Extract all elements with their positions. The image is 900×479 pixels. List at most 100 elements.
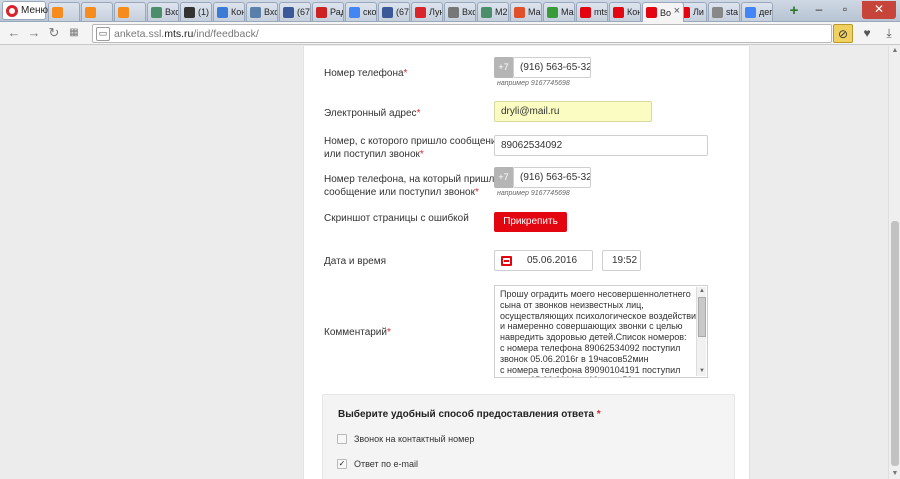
comment-text: Прошу оградить моего несовершеннолетнего… (500, 289, 701, 377)
browser-tab[interactable]: Ма (510, 2, 542, 21)
browser-tab[interactable]: Вхс (147, 2, 179, 21)
reload-icon[interactable]: ↻ (46, 25, 62, 41)
tab-label: (1) (198, 7, 209, 17)
comment-line: звонок 05.06.2016г в 19часов59мин. (500, 375, 693, 377)
browser-tab[interactable] (48, 2, 80, 21)
tab-label: sta (726, 7, 739, 17)
tab-favicon-icon (217, 6, 228, 18)
browser-tab[interactable]: mts (576, 2, 608, 21)
target-phone-hint: например 9167745698 (497, 190, 570, 197)
call-checkbox[interactable] (337, 434, 347, 444)
tab-favicon-icon (52, 6, 63, 18)
maximize-button[interactable]: ▫ (832, 1, 858, 19)
comment-line: с номера телефона 89090104191 поступил (500, 364, 681, 375)
page-content: Номер телефона* +7 (916) 563-65-32 напри… (0, 46, 888, 479)
opera-logo-icon (6, 4, 18, 17)
calendar-icon[interactable] (501, 256, 512, 266)
download-icon[interactable]: ⤓ (879, 24, 899, 43)
browser-tab[interactable]: Ма (543, 2, 575, 21)
feedback-form: Номер телефона* +7 (916) 563-65-32 напри… (303, 46, 750, 479)
browser-tab[interactable]: sta (708, 2, 740, 21)
email-checkbox[interactable]: ✓ (337, 459, 347, 469)
browser-tab[interactable]: Лун (411, 2, 443, 21)
browser-tab[interactable]: Рад (312, 2, 344, 21)
page-scroll-thumb[interactable] (891, 221, 899, 466)
date-value: 05.06.2016 (527, 255, 578, 266)
tab-label: Во (660, 7, 672, 18)
page-scroll-down-icon[interactable]: ▼ (889, 469, 900, 479)
phone-input[interactable]: (916) 563-65-32 (513, 57, 591, 78)
scroll-up-icon[interactable]: ▲ (697, 287, 707, 296)
tab-label: Ма (528, 7, 541, 17)
textarea-scroll-thumb[interactable] (698, 297, 706, 337)
menu-label: Меню (21, 5, 49, 16)
tab-label: Ма (561, 7, 574, 17)
browser-tab[interactable]: ско (345, 2, 377, 21)
tab-favicon-icon (283, 6, 294, 18)
tab-label: М2 (495, 7, 508, 17)
phone-hint: например 9167745698 (497, 80, 570, 87)
tab-close-icon[interactable]: × (674, 5, 680, 17)
tab-strip: Меню Вхс (1) Кон Вхс (67 Рад ско (67 Лун Вхс М2 Ма М… (0, 0, 900, 22)
minimize-button[interactable]: – (806, 1, 832, 19)
browser-tab[interactable] (81, 2, 113, 21)
window-close-button[interactable]: ✕ (862, 1, 896, 19)
call-option-label: Звонок на контактный номер (354, 434, 475, 444)
tab-favicon-icon (481, 6, 492, 18)
tab-favicon-icon (547, 6, 558, 18)
tab-favicon-icon (514, 6, 525, 18)
forward-arrow-icon[interactable]: → (26, 25, 42, 41)
new-tab-button[interactable]: + (785, 3, 803, 19)
target-phone-input[interactable]: (916) 563-65-32 (513, 167, 591, 188)
tab-label: Кон (231, 7, 245, 17)
comment-textarea[interactable]: Прошу оградить моего несовершеннолетнего… (494, 285, 708, 378)
scroll-down-icon[interactable]: ▼ (697, 367, 707, 376)
attach-button[interactable]: Прикрепить (494, 212, 567, 232)
browser-tab[interactable]: (67 (279, 2, 311, 21)
tab-favicon-icon (85, 6, 96, 18)
tab-favicon-icon (448, 6, 459, 18)
speed-dial-grid-icon[interactable]: ▦ (66, 25, 82, 41)
date-input[interactable]: 05.06.2016 (494, 250, 593, 271)
browser-tab[interactable]: Вхс (246, 2, 278, 21)
browser-tab[interactable]: Кон (213, 2, 245, 21)
source-number-input[interactable]: 89062534092 (494, 135, 708, 156)
navigation-bar: ← → ↻ ▦ ▭ anketa.ssl.mts.ru/ind/feedback… (0, 22, 900, 45)
time-input[interactable]: 19:52 (602, 250, 641, 271)
target-phone-label: Номер телефона, на который пришло сообщен… (324, 174, 501, 198)
tab-favicon-icon (316, 6, 327, 18)
comment-line: Прошу оградить моего несовершеннолетнего (500, 289, 691, 299)
tab-favicon-icon (712, 6, 723, 18)
opera-menu-button[interactable]: Меню (2, 1, 49, 20)
tab-label: Кон (627, 7, 641, 17)
comment-line: и намеренно совершающих звонки с целью (500, 321, 683, 332)
back-arrow-icon[interactable]: ← (6, 25, 22, 41)
page-scroll-up-icon[interactable]: ▲ (889, 46, 900, 56)
tab-favicon-icon (415, 6, 426, 18)
page-icon: ▭ (96, 26, 110, 41)
tab-favicon-icon (118, 6, 129, 18)
tab-label: дег (759, 7, 773, 17)
browser-tab[interactable]: Вхс (444, 2, 476, 21)
tab-favicon-icon (646, 7, 657, 18)
browser-tab[interactable]: М2 (477, 2, 509, 21)
tab-label: mts (594, 7, 608, 17)
browser-tab[interactable] (114, 2, 146, 21)
tab-label: Ли (693, 7, 704, 17)
response-method-box: Выберите удобный способ предоставления о… (322, 394, 735, 479)
response-title: Выберите удобный способ предоставления о… (338, 409, 601, 420)
target-phone-prefix: +7 (494, 167, 513, 188)
browser-tab[interactable]: дег (741, 2, 773, 21)
browser-tab[interactable]: Кон (609, 2, 641, 21)
page-scrollbar[interactable]: ▲ ▼ (888, 46, 900, 479)
browser-tab[interactable]: (1) (180, 2, 212, 21)
email-field[interactable]: dryli@mail.ru (494, 101, 652, 122)
textarea-scrollbar[interactable]: ▲ ▼ (696, 287, 706, 376)
browser-tab[interactable]: (67 (378, 2, 410, 21)
heart-icon[interactable]: ♥ (857, 24, 877, 43)
comment-line: сына от звонков неизвестных лиц, (500, 299, 644, 310)
address-bar[interactable]: ▭ anketa.ssl.mts.ru/ind/feedback/ (92, 24, 832, 43)
browser-tab[interactable]: Во × (642, 2, 684, 22)
ad-block-icon[interactable]: ⊘ (833, 24, 853, 43)
tab-label: Вхс (264, 7, 278, 17)
